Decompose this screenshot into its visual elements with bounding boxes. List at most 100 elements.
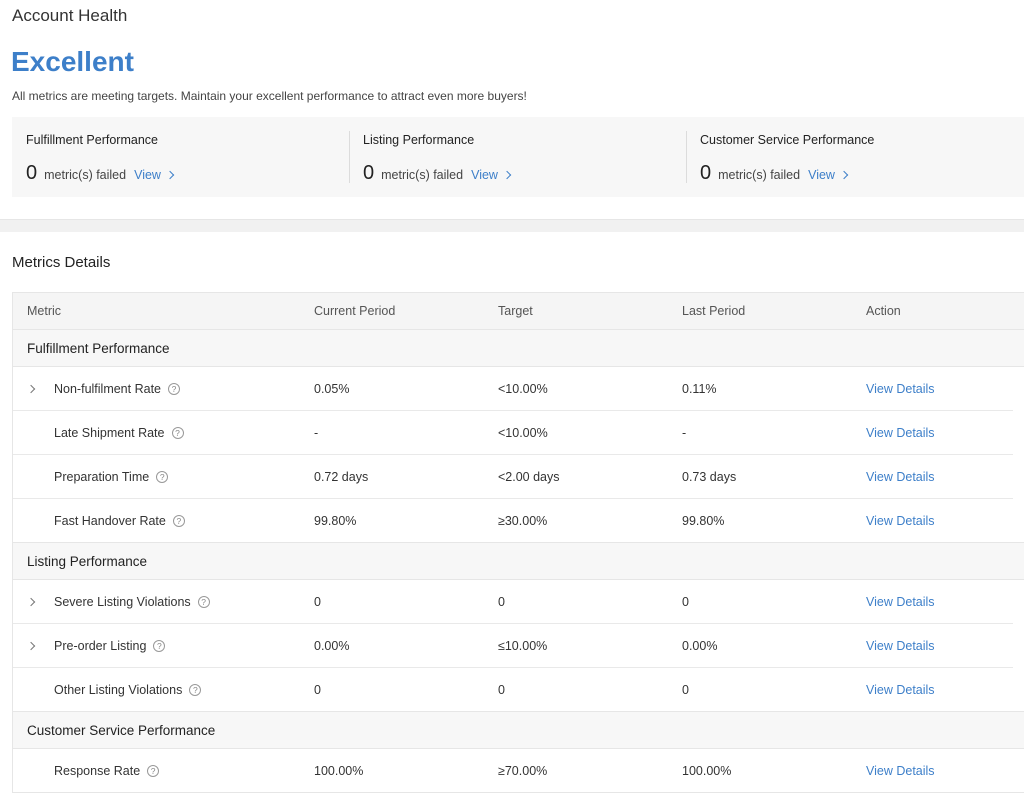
help-icon[interactable]: ? (172, 515, 185, 527)
help-icon[interactable]: ? (189, 684, 202, 696)
page-title: Account Health (12, 6, 128, 25)
metric-name: Other Listing Violations? (54, 668, 202, 712)
failed-count: 0 (363, 162, 375, 184)
chevron-right-icon (839, 170, 849, 179)
failed-label: metric(s) failed (381, 168, 464, 182)
last-period-value: 0.00% (682, 639, 718, 653)
column-header-metric: Metric (27, 304, 62, 318)
metric-label: Fast Handover Rate (54, 514, 166, 528)
target-value: <2.00 days (498, 470, 560, 484)
current-period-value: 0.00% (314, 639, 350, 653)
table-row: Late Shipment Rate? - <10.00% - View Details (13, 411, 1024, 455)
expand-row-button[interactable] (26, 580, 36, 624)
last-period-value: - (682, 426, 687, 440)
last-period-value: 0 (682, 683, 689, 697)
metric-label: Non-fulfilment Rate (54, 382, 161, 396)
help-icon[interactable]: ? (171, 427, 184, 439)
view-customer-service-link[interactable]: View (808, 168, 849, 182)
help-icon[interactable]: ? (153, 640, 166, 652)
group-title: Customer Service Performance (27, 722, 216, 738)
account-health-panel: Account Health Excellent All metrics are… (0, 0, 1024, 219)
failed-count: 0 (26, 162, 38, 184)
summary-bar: Fulfillment Performance 0 metric(s) fail… (12, 117, 1024, 197)
chevron-right-icon (26, 641, 36, 651)
metric-label: Other Listing Violations (54, 683, 183, 697)
view-details-link[interactable]: View Details (866, 749, 935, 793)
expand-row-button[interactable] (26, 367, 36, 411)
current-period-value: - (314, 426, 319, 440)
table-row: Other Listing Violations? 0 0 0 View Details (13, 668, 1024, 712)
metric-name: Pre-order Listing? (54, 624, 166, 668)
summary-title: Fulfillment Performance (26, 133, 158, 147)
metric-label: Response Rate (54, 764, 141, 778)
current-period-value: 99.80% (314, 514, 357, 528)
target-value: <10.00% (498, 426, 548, 440)
group-header: Customer Service Performance (13, 712, 1024, 749)
metric-label: Preparation Time (54, 470, 150, 484)
column-header-last-period: Last Period (682, 304, 746, 318)
group-title: Listing Performance (27, 553, 148, 569)
view-fulfillment-link[interactable]: View (134, 168, 175, 182)
metric-name: Response Rate? (54, 749, 160, 793)
help-icon[interactable]: ? (147, 765, 160, 777)
failed-label: metric(s) failed (718, 168, 801, 182)
summary-fulfillment: Fulfillment Performance 0 metric(s) fail… (12, 117, 349, 197)
metric-label: Late Shipment Rate (54, 426, 165, 440)
last-period-value: 100.00% (682, 764, 732, 778)
table-row: Non-fulfilment Rate? 0.05% <10.00% 0.11% Vie… (13, 367, 1024, 411)
summary-customer-service: Customer Service Performance 0 metric(s)… (686, 117, 1023, 197)
view-details-link[interactable]: View Details (866, 499, 935, 543)
chevron-right-icon (26, 384, 36, 394)
target-value: <10.00% (498, 382, 548, 396)
metric-label: Pre-order Listing (54, 639, 147, 653)
current-period-value: 100.00% (314, 764, 364, 778)
chevron-right-icon (165, 170, 175, 179)
table-header: Metric Current Period Target Last Period… (13, 293, 1024, 330)
column-header-action: Action (866, 304, 901, 318)
target-value: ≥30.00% (498, 514, 548, 528)
table-row: Preparation Time? 0.72 days <2.00 days 0.73… (13, 455, 1024, 499)
help-icon[interactable]: ? (197, 596, 210, 608)
help-icon[interactable]: ? (168, 383, 180, 395)
target-value: 0 (498, 595, 505, 609)
current-period-value: 0.05% (314, 382, 350, 396)
group-header: Listing Performance (13, 543, 1024, 580)
metrics-details-title: Metrics Details (12, 254, 111, 271)
view-details-link[interactable]: View Details (866, 668, 935, 712)
metric-name: Preparation Time? (54, 455, 169, 499)
column-header-current-period: Current Period (314, 304, 396, 318)
view-details-link[interactable]: View Details (866, 580, 935, 624)
metric-name: Fast Handover Rate? (54, 499, 185, 543)
target-value: ≥70.00% (498, 764, 548, 778)
view-listing-link[interactable]: View (471, 168, 512, 182)
table-row: Fast Handover Rate? 99.80% ≥30.00% 99.80% Vi… (13, 499, 1024, 543)
view-details-link[interactable]: View Details (866, 367, 935, 411)
chevron-right-icon (502, 170, 512, 179)
table-row: Pre-order Listing? 0.00% ≤10.00% 0.00% View … (13, 624, 1024, 668)
view-details-link[interactable]: View Details (866, 624, 935, 668)
summary-listing: Listing Performance 0 metric(s) failed V… (349, 117, 686, 197)
view-details-link[interactable]: View Details (866, 455, 935, 499)
summary-title: Listing Performance (363, 133, 475, 147)
table-row: Severe Listing Violations? 0 0 0 View Detail… (13, 580, 1024, 624)
last-period-value: 0.73 days (682, 470, 737, 484)
group-title: Fulfillment Performance (27, 340, 170, 356)
metric-name: Late Shipment Rate? (54, 411, 184, 455)
last-period-value: 0.11% (682, 382, 717, 396)
table-row: Response Rate? 100.00% ≥70.00% 100.00% View … (13, 749, 1024, 793)
target-value: ≤10.00% (498, 639, 548, 653)
group-header: Fulfillment Performance (13, 330, 1024, 367)
failed-count: 0 (700, 162, 712, 184)
current-period-value: 0.72 days (314, 470, 369, 484)
last-period-value: 0 (682, 595, 689, 609)
metrics-table: Metric Current Period Target Last Period… (12, 292, 1024, 793)
target-value: 0 (498, 683, 505, 697)
last-period-value: 99.80% (682, 514, 725, 528)
expand-row-button[interactable] (26, 624, 36, 668)
metric-name: Non-fulfilment Rate? (54, 367, 180, 411)
failed-label: metric(s) failed (44, 168, 127, 182)
view-details-link[interactable]: View Details (866, 411, 935, 455)
help-icon[interactable]: ? (156, 471, 169, 483)
current-period-value: 0 (314, 595, 321, 609)
chevron-right-icon (26, 597, 36, 607)
